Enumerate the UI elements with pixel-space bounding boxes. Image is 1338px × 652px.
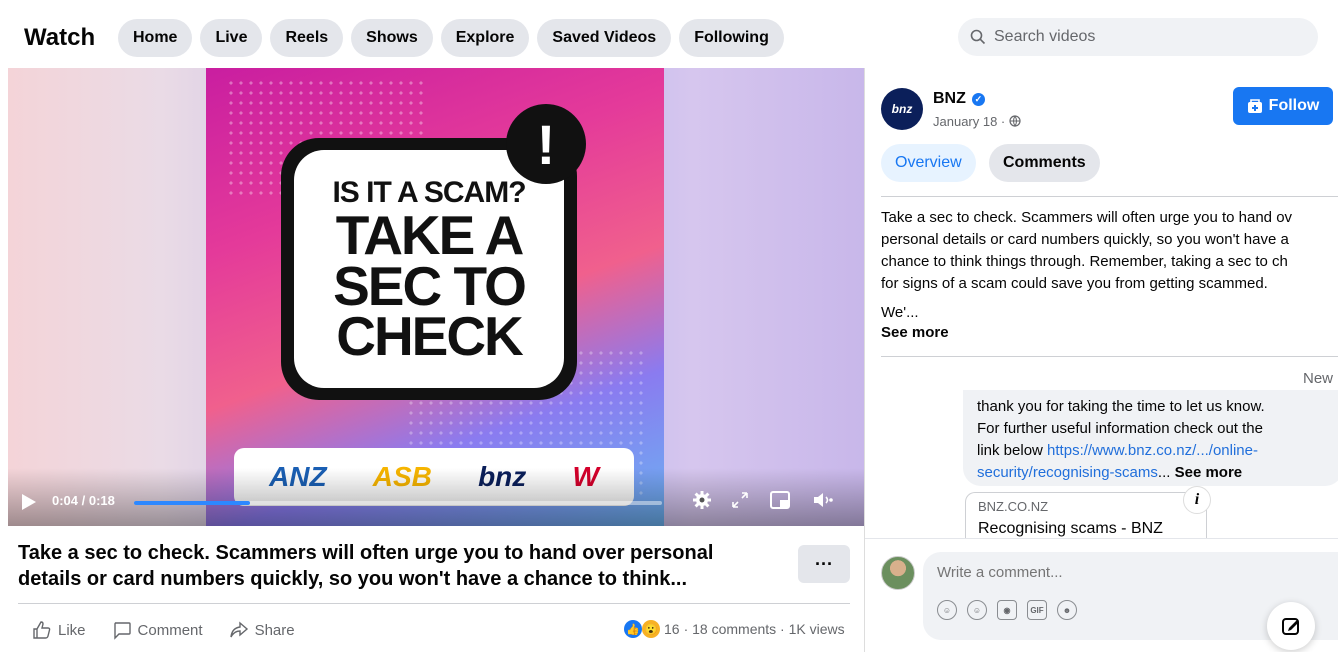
- page-name-label[interactable]: BNZ: [933, 90, 966, 108]
- card-headline-1: TAKE A: [335, 204, 525, 267]
- like-label: Like: [58, 621, 86, 639]
- globe-icon: [1009, 115, 1021, 127]
- follow-page-icon: [1247, 99, 1262, 113]
- tab-explore[interactable]: Explore: [440, 19, 530, 57]
- share-icon: [229, 621, 248, 638]
- reply-line: security/recognising-scams... See more: [977, 462, 1329, 484]
- card-headline-2: SEC TO: [333, 254, 527, 317]
- camera-icon[interactable]: ◉: [997, 600, 1017, 620]
- comment-icon: [113, 622, 131, 640]
- follow-button[interactable]: Follow: [1233, 87, 1333, 125]
- comment-reply-bubble: thank you for taking the time to let us …: [963, 390, 1338, 486]
- video-controls: 0:04 / 0:18: [8, 468, 864, 526]
- link-title: Recognising scams - BNZ: [978, 520, 1163, 537]
- reaction-count[interactable]: 16: [664, 621, 680, 637]
- description-truncated: We'...: [881, 304, 919, 321]
- like-button[interactable]: Like: [32, 620, 86, 640]
- info-icon[interactable]: i: [1183, 486, 1211, 514]
- tab-saved-videos[interactable]: Saved Videos: [537, 19, 672, 57]
- sticker-icon[interactable]: ☺: [937, 600, 957, 620]
- play-icon[interactable]: [22, 494, 36, 510]
- tab-reels[interactable]: Reels: [270, 19, 344, 57]
- verified-badge-icon: ✓: [971, 92, 985, 106]
- post-caption: Take a sec to check. Scammers will often…: [18, 542, 714, 590]
- reply-line: thank you for taking the time to let us …: [977, 398, 1265, 415]
- comment-input[interactable]: [937, 564, 1237, 581]
- fullscreen-icon[interactable]: [732, 492, 748, 508]
- new-message-button[interactable]: [1267, 602, 1315, 650]
- post-date-label: January 18 ·: [933, 114, 1006, 129]
- search-placeholder: Search videos: [994, 28, 1096, 45]
- avatar-sticker-icon[interactable]: ☻: [1057, 600, 1077, 620]
- tab-following[interactable]: Following: [679, 19, 784, 57]
- divider: [881, 356, 1338, 357]
- comment-button[interactable]: Comment: [112, 620, 203, 640]
- video-player[interactable]: IS IT A SCAM? TAKE A SEC TO CHECK ! ANZ …: [8, 68, 864, 526]
- tab-comments[interactable]: Comments: [989, 144, 1100, 182]
- link-preview-card[interactable]: BNZ.CO.NZ Recognising scams - BNZ: [965, 492, 1207, 538]
- reply-see-more-link[interactable]: See more: [1175, 464, 1243, 481]
- search-icon: [970, 29, 986, 45]
- share-button[interactable]: Share: [229, 620, 295, 640]
- compose-icon: [1282, 618, 1299, 635]
- post-description: Take a sec to check. Scammers will often…: [881, 207, 1338, 295]
- tab-home[interactable]: Home: [118, 19, 193, 57]
- card-headline-3: CHECK: [336, 305, 524, 368]
- wow-reaction-icon[interactable]: 😮: [642, 620, 660, 638]
- bnz-avatar[interactable]: bnz: [881, 88, 923, 130]
- comment-sort-dropdown[interactable]: New: [1303, 370, 1333, 387]
- post-actions: Like Comment Share: [32, 620, 295, 640]
- video-time: 0:04 / 0:18: [52, 493, 115, 508]
- share-label: Share: [254, 621, 295, 639]
- reply-line: link below https://www.bnz.co.nz/.../onl…: [977, 440, 1329, 462]
- comment-label: Comment: [137, 621, 203, 639]
- divider: [881, 196, 1338, 197]
- description-line: personal details or card numbers quickly…: [881, 231, 1289, 248]
- mini-player-icon[interactable]: [770, 491, 790, 509]
- page-name[interactable]: BNZ ✓: [933, 90, 985, 108]
- user-avatar[interactable]: [881, 556, 915, 590]
- description-line: chance to think things through. Remember…: [881, 253, 1288, 270]
- gif-icon[interactable]: GIF: [1027, 600, 1047, 620]
- volume-icon[interactable]: [812, 491, 834, 509]
- settings-gear-icon[interactable]: [692, 490, 712, 510]
- tab-overview[interactable]: Overview: [881, 144, 976, 182]
- divider: [18, 603, 850, 604]
- progress-track[interactable]: [134, 501, 662, 505]
- reply-link-cont[interactable]: security/recognising-scams: [977, 464, 1158, 481]
- emoji-icon[interactable]: ☺: [967, 600, 987, 620]
- description-line: Take a sec to check. Scammers will often…: [881, 209, 1293, 226]
- more-options-button[interactable]: ···: [798, 545, 850, 583]
- top-bar: Watch Home Live Reels Shows Explore Save…: [0, 0, 1338, 68]
- see-more-link[interactable]: See more: [881, 324, 949, 341]
- search-videos-field[interactable]: Search videos: [958, 18, 1318, 56]
- post-stats: 👍 😮 16 · 18 comments · 1K views: [624, 620, 845, 638]
- scam-card: IS IT A SCAM? TAKE A SEC TO CHECK: [294, 150, 564, 388]
- tab-live[interactable]: Live: [200, 19, 263, 57]
- thumbs-up-icon: [33, 621, 51, 639]
- post-date[interactable]: January 18 ·: [933, 114, 1021, 129]
- page-title: Watch: [24, 24, 96, 51]
- tab-shows[interactable]: Shows: [351, 19, 433, 57]
- progress-fill: [134, 501, 251, 505]
- reply-ellipsis: ...: [1157, 464, 1171, 481]
- divider: [865, 538, 1338, 539]
- follow-label: Follow: [1268, 97, 1320, 114]
- description-line: for signs of a scam could save you from …: [881, 275, 1268, 292]
- reply-text: link below: [977, 442, 1048, 459]
- watch-tabs: Home Live Reels Shows Explore Saved Vide…: [118, 19, 784, 57]
- comments-views-count[interactable]: · 18 comments · 1K views: [684, 621, 845, 637]
- like-reaction-icon[interactable]: 👍: [624, 620, 642, 638]
- link-domain: BNZ.CO.NZ: [978, 499, 1049, 514]
- reply-link[interactable]: https://www.bnz.co.nz/.../online-: [1047, 442, 1258, 459]
- video-frame: IS IT A SCAM? TAKE A SEC TO CHECK ! ANZ …: [206, 68, 664, 526]
- exclamation-icon: !: [506, 104, 586, 184]
- reply-line: For further useful information check out…: [977, 420, 1263, 437]
- composer-tools: ☺ ☺ ◉ GIF ☻: [937, 600, 1077, 620]
- details-panel: bnz BNZ ✓ January 18 · Follow Overview C…: [864, 68, 1338, 652]
